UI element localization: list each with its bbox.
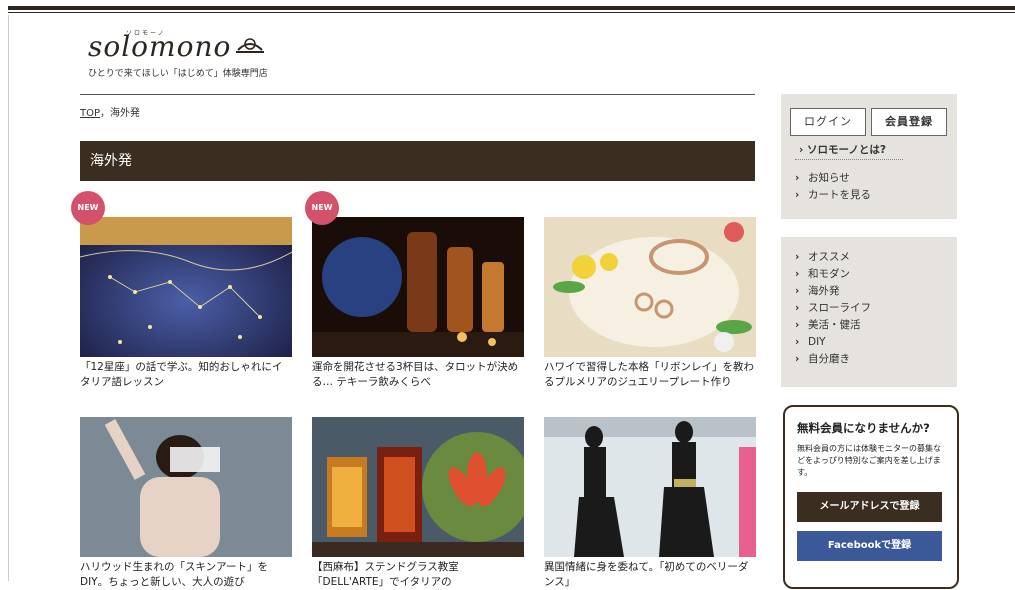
breadcrumb-current: 海外発 bbox=[110, 108, 141, 119]
signup-box: 無料会員になりませんか? 無料会員の方には体験モニターの募集などをよっぴり特別な… bbox=[783, 405, 959, 589]
login-button[interactable]: ログイン bbox=[790, 108, 866, 136]
sidebar-account-box: ログイン 会員登録 › ソロモーノとは? お知らせ カートを見る bbox=[781, 94, 957, 219]
dotted-divider bbox=[795, 159, 903, 160]
category-item[interactable]: スローライフ bbox=[795, 300, 871, 317]
article-caption[interactable]: ハリウッド生まれの「スキンアート」をDIY。ちょっと新しい、大人の遊び bbox=[80, 560, 292, 590]
article-thumbnail-zodiac[interactable] bbox=[80, 217, 292, 357]
category-item[interactable]: 美活・健活 bbox=[795, 317, 871, 334]
category-item[interactable]: 自分磨き bbox=[795, 351, 871, 368]
sidebar-link-news[interactable]: お知らせ bbox=[795, 170, 871, 187]
category-item[interactable]: 和モダン bbox=[795, 266, 871, 283]
breadcrumb-top-link[interactable]: TOP bbox=[80, 108, 100, 119]
article-card[interactable]: 「12星座」の話で学ぶ。知的おしゃれにイタリア語レッスン bbox=[80, 217, 292, 390]
hat-icon bbox=[236, 38, 264, 53]
category-item[interactable]: DIY bbox=[795, 334, 871, 351]
signup-title: 無料会員になりませんか? bbox=[797, 421, 930, 435]
logo-tagline: ひとりで来てほしい「はじめて」体験専門店 bbox=[88, 69, 268, 79]
article-thumbnail-ribbon-lei[interactable] bbox=[544, 217, 756, 357]
article-card[interactable]: 【西麻布】ステンドグラス教室「DELL'ARTE」でイタリアの bbox=[312, 417, 524, 590]
category-item[interactable]: 海外発 bbox=[795, 283, 871, 300]
article-thumbnail-belly-dance[interactable] bbox=[544, 417, 756, 557]
header-divider bbox=[80, 94, 755, 95]
article-card[interactable]: 異国情緒に身を委ねて。「初めてのベリーダンス」 bbox=[544, 417, 756, 590]
about-link[interactable]: › ソロモーノとは? bbox=[799, 142, 886, 157]
register-button[interactable]: 会員登録 bbox=[871, 108, 947, 136]
sidebar-link-cart[interactable]: カートを見る bbox=[795, 187, 871, 204]
breadcrumb-separator: ， bbox=[100, 108, 111, 119]
signup-description: 無料会員の方には体験モニターの募集などをよっぴり特別なご案内を差し上げます。 bbox=[797, 444, 941, 477]
top-border bbox=[8, 6, 1015, 10]
category-item[interactable]: オススメ bbox=[795, 249, 871, 266]
category-title-bar: 海外発 bbox=[80, 141, 755, 181]
article-card[interactable]: ハリウッド生まれの「スキンアート」をDIY。ちょっと新しい、大人の遊び bbox=[80, 417, 292, 590]
article-thumbnail-stained-glass[interactable] bbox=[312, 417, 524, 557]
top-border-thin bbox=[8, 12, 1015, 13]
category-title: 海外発 bbox=[90, 153, 132, 169]
article-caption[interactable]: 運命を開花させる3杯目は、タロットが決める… テキーラ飲みくらべ bbox=[312, 360, 524, 390]
sidebar-category-box: オススメ 和モダン 海外発 スローライフ 美活・健活 DIY 自分磨き bbox=[781, 237, 957, 387]
new-badge: NEW bbox=[71, 191, 105, 225]
article-thumbnail-tequila[interactable] bbox=[312, 217, 524, 357]
article-card[interactable]: 運命を開花させる3杯目は、タロットが決める… テキーラ飲みくらべ bbox=[312, 217, 524, 390]
about-link-label: ソロモーノとは? bbox=[806, 144, 886, 156]
article-caption[interactable]: 「12星座」の話で学ぶ。知的おしゃれにイタリア語レッスン bbox=[80, 360, 292, 390]
email-signup-button[interactable]: メールアドレスで登録 bbox=[797, 492, 942, 522]
site-logo[interactable]: ソロモーノ solomono ひとりで来てほしい「はじめて」体験専門店 bbox=[88, 30, 268, 79]
logo-kana: ソロモーノ bbox=[126, 30, 166, 37]
category-list: オススメ 和モダン 海外発 スローライフ 美活・健活 DIY 自分磨き bbox=[795, 249, 871, 368]
article-thumbnail-skin-art[interactable] bbox=[80, 417, 292, 557]
article-caption[interactable]: 【西麻布】ステンドグラス教室「DELL'ARTE」でイタリアの bbox=[312, 560, 524, 590]
article-caption[interactable]: 異国情緒に身を委ねて。「初めてのベリーダンス」 bbox=[544, 560, 756, 590]
sidebar-links: お知らせ カートを見る bbox=[795, 170, 871, 204]
breadcrumb: TOP，海外発 bbox=[80, 104, 140, 119]
new-badge: NEW bbox=[305, 191, 339, 225]
article-caption[interactable]: ハワイで習得した本格「リボンレイ」を教わるプルメリアのジュエリープレート作り bbox=[544, 360, 756, 390]
article-card[interactable]: ハワイで習得した本格「リボンレイ」を教わるプルメリアのジュエリープレート作り bbox=[544, 217, 756, 390]
facebook-signup-button[interactable]: Facebookで登録 bbox=[797, 531, 942, 561]
